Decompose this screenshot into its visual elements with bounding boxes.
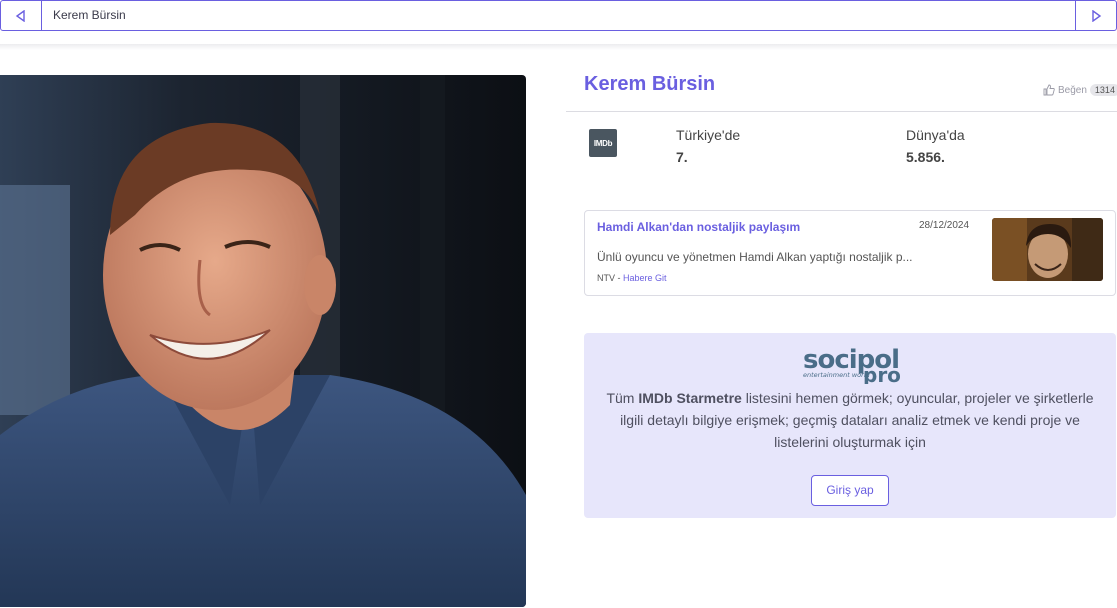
triangle-right-icon: [1092, 9, 1102, 22]
news-title-link[interactable]: Hamdi Alkan'dan nostaljik paylaşım: [597, 220, 800, 234]
world-rank-value: 5.856.: [906, 149, 945, 165]
promo-text-bold: IMDb Starmetre: [638, 390, 742, 406]
socipol-pro-logo: socipol entertainment world pro: [803, 344, 905, 389]
topbar-title: Kerem Bürsin: [53, 8, 126, 22]
thumbs-up-icon: [1043, 84, 1055, 96]
login-button[interactable]: Giriş yap: [811, 475, 889, 506]
turkey-rank-value: 7.: [676, 149, 688, 165]
news-date: 28/12/2024: [919, 220, 970, 231]
imdb-logo: IMDb: [589, 129, 617, 157]
top-bar: Kerem Bürsin: [0, 0, 1117, 31]
news-read-link[interactable]: Habere Git: [623, 273, 667, 283]
world-rank-label: Dünya'da: [906, 127, 965, 143]
news-source-line: NTV - Habere Git: [597, 273, 667, 283]
like-label: Beğen: [1058, 84, 1087, 96]
svg-text:pro: pro: [863, 363, 901, 384]
news-thumbnail[interactable]: [992, 218, 1103, 281]
svg-text:entertainment world: entertainment world: [803, 371, 871, 379]
news-card: Hamdi Alkan'dan nostaljik paylaşım 28/12…: [584, 210, 1116, 296]
like-button[interactable]: Beğen 1314: [1043, 84, 1117, 96]
turkey-rank-label: Türkiye'de: [676, 127, 741, 143]
previous-button[interactable]: [1, 1, 42, 30]
promo-text: Tüm IMDb Starmetre listesini hemen görme…: [606, 390, 1094, 450]
next-button[interactable]: [1075, 1, 1116, 30]
news-separator: -: [615, 273, 623, 283]
news-source: NTV: [597, 273, 615, 283]
promo-panel: socipol entertainment world pro Tüm IMDb…: [584, 333, 1116, 518]
profile-name: Kerem Bürsin: [584, 73, 716, 95]
profile-photo: [0, 75, 526, 607]
triangle-left-icon: [15, 9, 25, 22]
divider: [566, 111, 1117, 112]
header-shadow: [0, 44, 1117, 50]
like-count-badge: 1314: [1089, 84, 1117, 96]
news-excerpt: Ünlü oyuncu ve yönetmen Hamdi Alkan yapt…: [597, 250, 913, 264]
